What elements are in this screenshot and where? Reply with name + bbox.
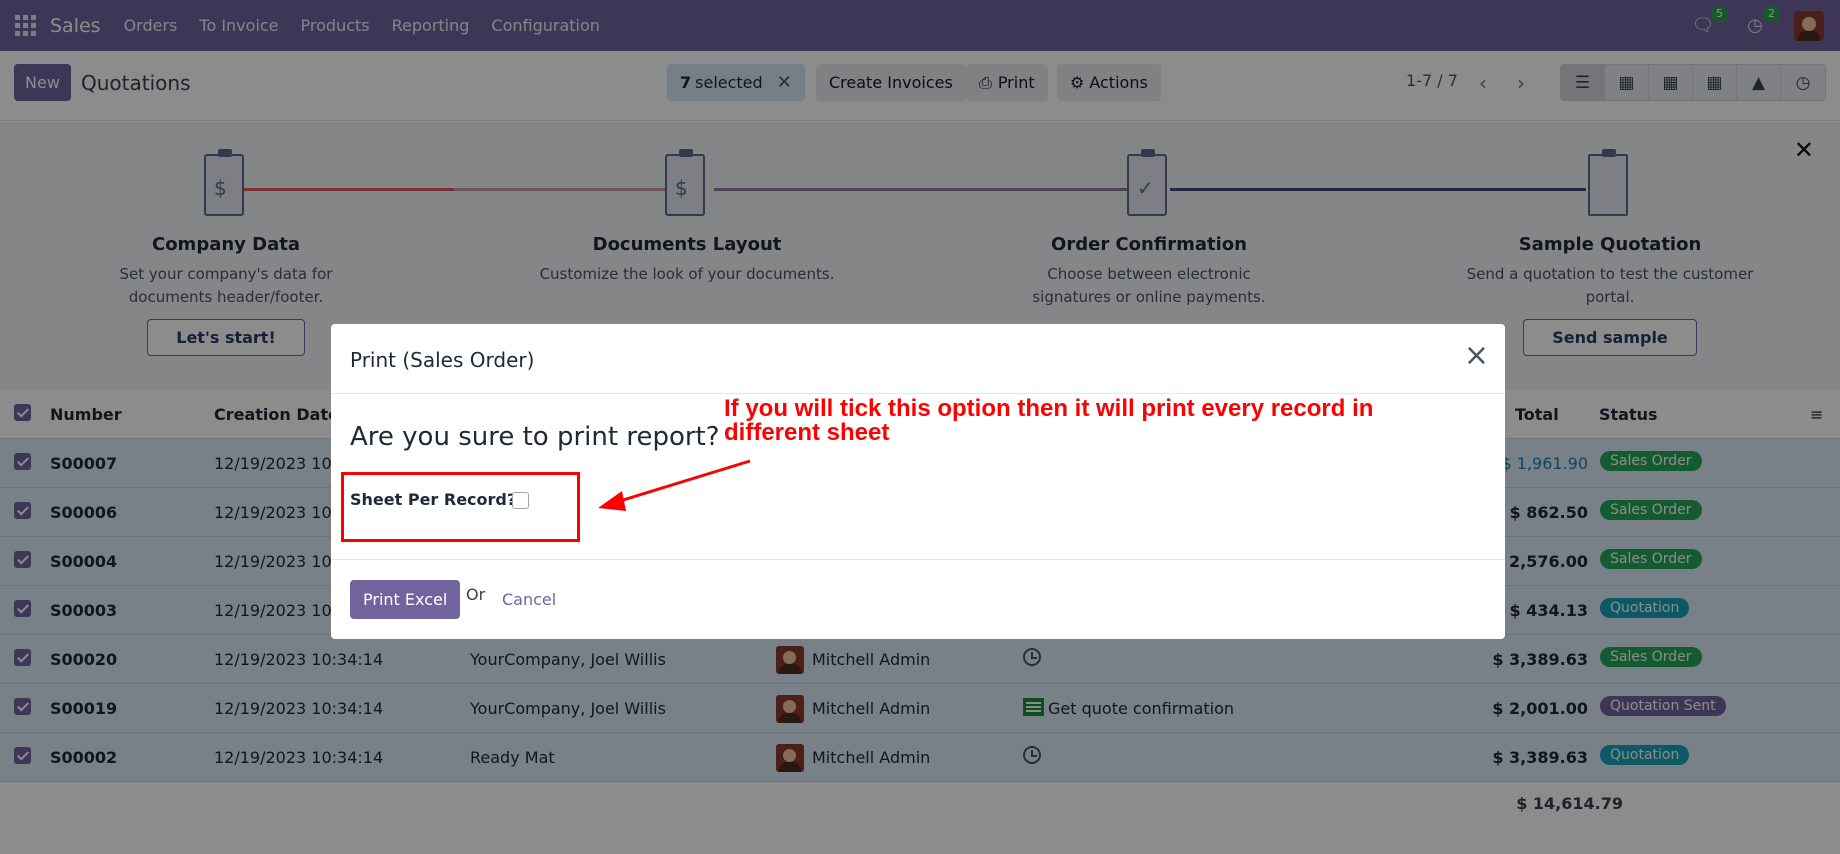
sheet-per-record-checkbox[interactable]: [512, 492, 529, 509]
dialog-header: Print (Sales Order) ×: [331, 324, 1505, 394]
print-dialog: Print (Sales Order) × Are you sure to pr…: [331, 324, 1505, 639]
close-icon[interactable]: ×: [1464, 338, 1489, 373]
print-excel-button[interactable]: Print Excel: [350, 580, 461, 619]
dialog-question: Are you sure to print report?: [350, 422, 720, 452]
sheet-per-record-label: Sheet Per Record?: [350, 490, 517, 509]
cancel-button[interactable]: Cancel: [502, 590, 556, 609]
annotation-arrow: [598, 459, 751, 511]
dialog-title: Print (Sales Order): [350, 348, 535, 372]
or-text: Or: [466, 585, 486, 604]
annotation-text: If you will tick this option then it wil…: [724, 395, 1374, 446]
dialog-footer: Print Excel Or Cancel: [331, 559, 1505, 639]
